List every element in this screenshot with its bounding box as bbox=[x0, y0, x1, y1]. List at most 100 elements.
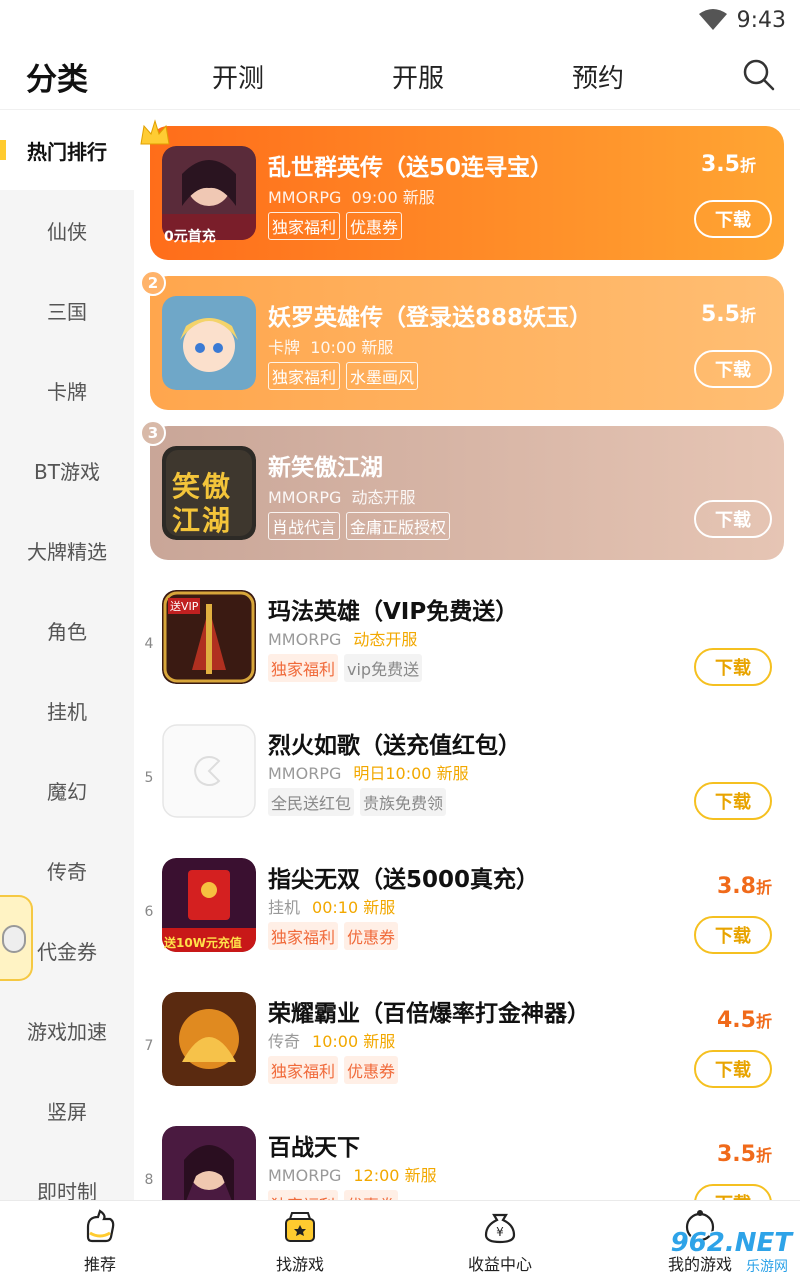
floating-assistant-tab[interactable] bbox=[0, 895, 33, 981]
game-icon bbox=[162, 992, 256, 1086]
discount-value: 5.5 bbox=[701, 302, 740, 327]
tab-new-server[interactable]: 开服 bbox=[392, 58, 444, 95]
download-button[interactable]: 下载 bbox=[694, 1184, 772, 1200]
game-category: MMORPG bbox=[268, 488, 342, 507]
tab-reservation[interactable]: 预约 bbox=[572, 58, 624, 95]
discount-unit: 折 bbox=[739, 306, 756, 325]
game-list: 0元首充 乱世群英传（送50连寻宝） MMORPG 09:00 新服 独家福利 … bbox=[134, 110, 800, 1200]
download-button[interactable]: 下载 bbox=[694, 350, 772, 388]
watermark-text: 962.NET bbox=[670, 1228, 792, 1258]
top-nav: 分类 开测 开服 预约 bbox=[0, 44, 800, 110]
download-button[interactable]: 下载 bbox=[694, 500, 772, 538]
status-bar: 9:43 bbox=[0, 0, 800, 44]
sidebar-item-idle[interactable]: 挂机 bbox=[0, 670, 134, 750]
game-icon bbox=[162, 1126, 256, 1200]
watermark-logo: 962.NET 乐游网 bbox=[664, 1228, 792, 1275]
rank-number: 6 bbox=[144, 904, 154, 920]
game-card-rank-3[interactable]: 3 笑傲江湖 新笑傲江湖 MMORPG 动态开服 肖战代言 金庸正版授权 下载 bbox=[140, 420, 784, 560]
bottom-nav-find-games[interactable]: 找游戏 bbox=[200, 1201, 400, 1281]
game-open-time: 动态开服 bbox=[351, 488, 416, 507]
discount-label: 3.5折 bbox=[701, 152, 756, 177]
status-time: 9:43 bbox=[736, 8, 786, 33]
game-name: 乱世群英传（送50连寻宝） bbox=[268, 155, 554, 181]
discount-label: 4.5折 bbox=[717, 1008, 772, 1033]
rank-number: 7 bbox=[144, 1038, 154, 1054]
search-icon[interactable] bbox=[742, 58, 776, 92]
download-button[interactable]: 下载 bbox=[694, 1050, 772, 1088]
game-name: 新笑傲江湖 bbox=[268, 455, 383, 481]
download-button[interactable]: 下载 bbox=[694, 648, 772, 686]
icon-caption: 送10W元充值 bbox=[164, 936, 242, 950]
game-row-rank-7[interactable]: 7 荣耀霸业（百倍爆率打金神器） 传奇 10:00 新服 独家福利 优惠券 4.5… bbox=[134, 978, 800, 1112]
sidebar-item-portrait[interactable]: 竖屏 bbox=[0, 1070, 134, 1150]
tab-label: 分类 bbox=[26, 62, 88, 98]
discount-unit: 折 bbox=[755, 1146, 772, 1165]
game-open-time: 10:00 新服 bbox=[310, 338, 394, 357]
sidebar-item-xianxia[interactable]: 仙侠 bbox=[0, 190, 134, 270]
discount-label: 5.5折 bbox=[701, 302, 756, 327]
game-tags: 独家福利 优惠券 bbox=[268, 922, 399, 950]
game-meta: MMORPG 明日10:00 新服 bbox=[268, 760, 469, 784]
game-tag: 优惠券 bbox=[344, 1190, 399, 1200]
game-tag: 优惠券 bbox=[344, 1056, 399, 1084]
game-row-rank-8[interactable]: 8 百战天下 MMORPG 12:00 新服 独家福利 优惠券 3.5折 下载 bbox=[134, 1112, 800, 1200]
game-tags: 全民送红包 贵族免费领 bbox=[268, 788, 447, 816]
icon-caption: 0元首充 bbox=[164, 229, 216, 245]
game-tag: 贵族免费领 bbox=[360, 788, 447, 816]
game-open-time: 明日10:00 新服 bbox=[353, 764, 469, 783]
download-button[interactable]: 下载 bbox=[694, 782, 772, 820]
game-row-rank-6[interactable]: 6 送10W元充值 指尖无双（送5000真充） 挂机 00:10 新服 独家福利 … bbox=[134, 844, 800, 978]
game-open-time: 10:00 新服 bbox=[312, 1032, 396, 1051]
icon-caption: 笑傲江湖 bbox=[172, 470, 233, 537]
sidebar-item-fantasy[interactable]: 魔幻 bbox=[0, 750, 134, 830]
game-category: MMORPG bbox=[268, 1166, 342, 1185]
discount-value: 3.8 bbox=[717, 874, 756, 899]
game-name: 玛法英雄（VIP免费送） bbox=[268, 599, 519, 625]
money-bag-icon: ¥ bbox=[484, 1213, 516, 1244]
game-row-rank-4[interactable]: 4 送VIP 玛法英雄（VIP免费送） MMORPG 动态开服 独家福利 vip免… bbox=[134, 576, 800, 710]
bottom-nav-earnings[interactable]: ¥ 收益中心 bbox=[400, 1201, 600, 1281]
game-category: 传奇 bbox=[268, 1032, 301, 1051]
recommend-icon bbox=[86, 1209, 115, 1243]
game-tag: 独家福利 bbox=[268, 654, 339, 682]
game-tags: 肖战代言 金庸正版授权 bbox=[268, 512, 451, 540]
game-card-rank-2[interactable]: 2 妖罗英雄传（登录送888妖玉） 卡牌 10:00 新服 独家福利 水墨画风 … bbox=[140, 270, 784, 410]
game-name: 百战天下 bbox=[268, 1135, 360, 1161]
sidebar-item-premium[interactable]: 大牌精选 bbox=[0, 510, 134, 590]
tab-beta-test[interactable]: 开测 bbox=[212, 58, 264, 95]
rank-number: 8 bbox=[144, 1172, 154, 1188]
sidebar-item-hot-ranking[interactable]: 热门排行 bbox=[0, 110, 134, 190]
sidebar-item-game-boost[interactable]: 游戏加速 bbox=[0, 990, 134, 1070]
game-open-time: 00:10 新服 bbox=[312, 898, 396, 917]
download-button[interactable]: 下载 bbox=[694, 916, 772, 954]
game-row-rank-5[interactable]: 5 烈火如歌（送充值红包） MMORPG 明日10:00 新服 全民送红包 贵族免… bbox=[134, 710, 800, 844]
category-sidebar: 热门排行 仙侠 三国 卡牌 BT游戏 大牌精选 角色 挂机 魔幻 传奇 代金券 … bbox=[0, 110, 134, 1200]
sidebar-item-card[interactable]: 卡牌 bbox=[0, 350, 134, 430]
sidebar-item-bt-games[interactable]: BT游戏 bbox=[0, 430, 134, 510]
tab-category[interactable]: 分类 bbox=[26, 54, 92, 99]
bottom-nav-recommend[interactable]: 推荐 bbox=[0, 1201, 200, 1281]
sidebar-item-realtime[interactable]: 即时制 bbox=[0, 1150, 134, 1201]
rank-number: 5 bbox=[144, 770, 154, 786]
discount-unit: 折 bbox=[755, 1012, 772, 1031]
game-box-icon bbox=[285, 1212, 315, 1242]
placeholder-game-icon bbox=[162, 724, 256, 818]
icon-caption: 送VIP bbox=[168, 598, 201, 614]
game-tag: 肖战代言 bbox=[268, 512, 341, 540]
game-meta: 传奇 10:00 新服 bbox=[268, 1028, 395, 1052]
download-button[interactable]: 下载 bbox=[694, 200, 772, 238]
sidebar-item-roleplay[interactable]: 角色 bbox=[0, 590, 134, 670]
game-tag: 独家福利 bbox=[268, 362, 341, 390]
crown-icon bbox=[140, 119, 170, 145]
game-tag: 水墨画风 bbox=[346, 362, 419, 390]
bottom-nav-label: 推荐 bbox=[83, 1255, 116, 1274]
discount-value: 3.5 bbox=[701, 152, 740, 177]
sidebar-item-three-kingdoms[interactable]: 三国 bbox=[0, 270, 134, 350]
game-icon bbox=[162, 296, 256, 390]
game-name: 指尖无双（送5000真充） bbox=[268, 867, 540, 893]
game-category: 挂机 bbox=[268, 898, 301, 917]
game-tag: 独家福利 bbox=[268, 922, 339, 950]
game-meta: MMORPG 09:00 新服 bbox=[268, 184, 435, 208]
game-category: MMORPG bbox=[268, 188, 342, 207]
game-card-rank-1[interactable]: 0元首充 乱世群英传（送50连寻宝） MMORPG 09:00 新服 独家福利 … bbox=[140, 119, 784, 260]
